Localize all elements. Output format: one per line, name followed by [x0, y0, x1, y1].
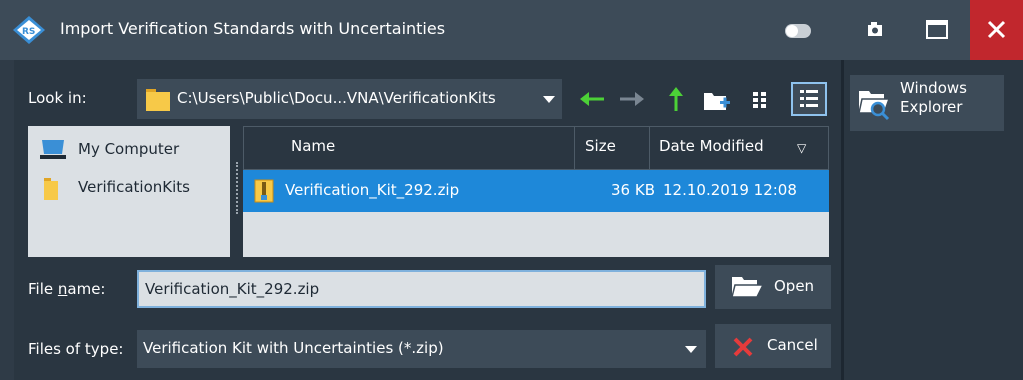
column-header-name[interactable]: Name	[291, 137, 335, 155]
close-button[interactable]	[970, 0, 1023, 60]
look-in-label: Look in:	[28, 89, 87, 107]
chevron-down-icon	[685, 346, 697, 353]
column-header-size[interactable]: Size	[585, 137, 616, 155]
splitter-handle[interactable]	[236, 162, 239, 214]
maximize-button[interactable]	[908, 0, 966, 60]
maximize-icon	[926, 20, 948, 39]
detail-view-icon[interactable]	[791, 82, 827, 116]
file-name-label: File name:	[28, 280, 106, 298]
new-folder-icon[interactable]	[700, 84, 732, 114]
forward-arrow-icon[interactable]	[616, 84, 648, 114]
place-label: My Computer	[78, 140, 180, 158]
list-view-icon[interactable]	[746, 84, 778, 114]
look-in-path: C:\Users\Public\Docu...VNA\VerificationK…	[177, 89, 496, 107]
windows-explorer-button[interactable]: Windows Explorer	[850, 75, 1004, 131]
screenshot-button[interactable]	[846, 0, 904, 60]
look-in-dropdown[interactable]: C:\Users\Public\Docu...VNA\VerificationK…	[137, 79, 562, 119]
file-size-cell: 36 KB	[611, 181, 655, 199]
column-separator	[574, 127, 575, 171]
back-arrow-icon[interactable]	[576, 84, 608, 114]
folder-icon	[146, 89, 170, 111]
column-separator	[649, 127, 650, 171]
sort-indicator-icon: ▽	[797, 141, 807, 155]
camera-icon	[868, 22, 882, 36]
file-type-value: Verification Kit with Uncertainties (*.z…	[143, 339, 444, 357]
chevron-down-icon	[543, 96, 555, 103]
window-title: Import Verification Standards with Uncer…	[60, 19, 446, 38]
toggle-icon[interactable]	[785, 24, 811, 38]
open-button[interactable]: Open	[715, 265, 831, 309]
open-button-label: Open	[774, 277, 815, 295]
file-type-dropdown[interactable]: Verification Kit with Uncertainties (*.z…	[137, 330, 706, 368]
place-item-verificationkits[interactable]: VerificationKits	[28, 170, 230, 206]
up-folder-icon[interactable]	[660, 84, 692, 114]
explorer-search-icon	[858, 91, 891, 121]
windows-explorer-label: Windows Explorer	[900, 79, 967, 116]
place-label: VerificationKits	[78, 178, 190, 196]
table-row[interactable]: Verification_Kit_292.zip 36 KB 12.10.201…	[243, 170, 829, 212]
cancel-button-label: Cancel	[767, 336, 818, 354]
zip-file-icon	[254, 179, 274, 203]
folder-icon	[44, 178, 58, 200]
close-icon	[987, 20, 1006, 39]
file-list-header: Name Size Date Modified ▽	[243, 126, 829, 171]
place-item-my-computer[interactable]: My Computer	[28, 132, 230, 168]
file-date-cell: 12.10.2019 12:08	[663, 181, 797, 199]
file-list: Name Size Date Modified ▽ Verification_K…	[243, 126, 829, 257]
open-folder-icon	[731, 277, 765, 298]
places-list: My Computer VerificationKits	[28, 126, 230, 257]
file-name-field-wrapper	[137, 270, 706, 308]
files-of-type-label: Files of type:	[28, 340, 124, 358]
cancel-button[interactable]: Cancel	[715, 324, 831, 368]
cancel-x-icon	[733, 337, 753, 357]
title-bar: RS Import Verification Standards with Un…	[0, 0, 1023, 60]
computer-icon	[40, 140, 66, 159]
column-header-date-modified[interactable]: Date Modified	[659, 137, 764, 155]
file-name-field[interactable]	[139, 272, 704, 306]
file-name-cell: Verification_Kit_292.zip	[285, 181, 460, 199]
rohde-schwarz-logo-icon: RS	[13, 16, 45, 44]
svg-text:RS: RS	[22, 27, 35, 37]
